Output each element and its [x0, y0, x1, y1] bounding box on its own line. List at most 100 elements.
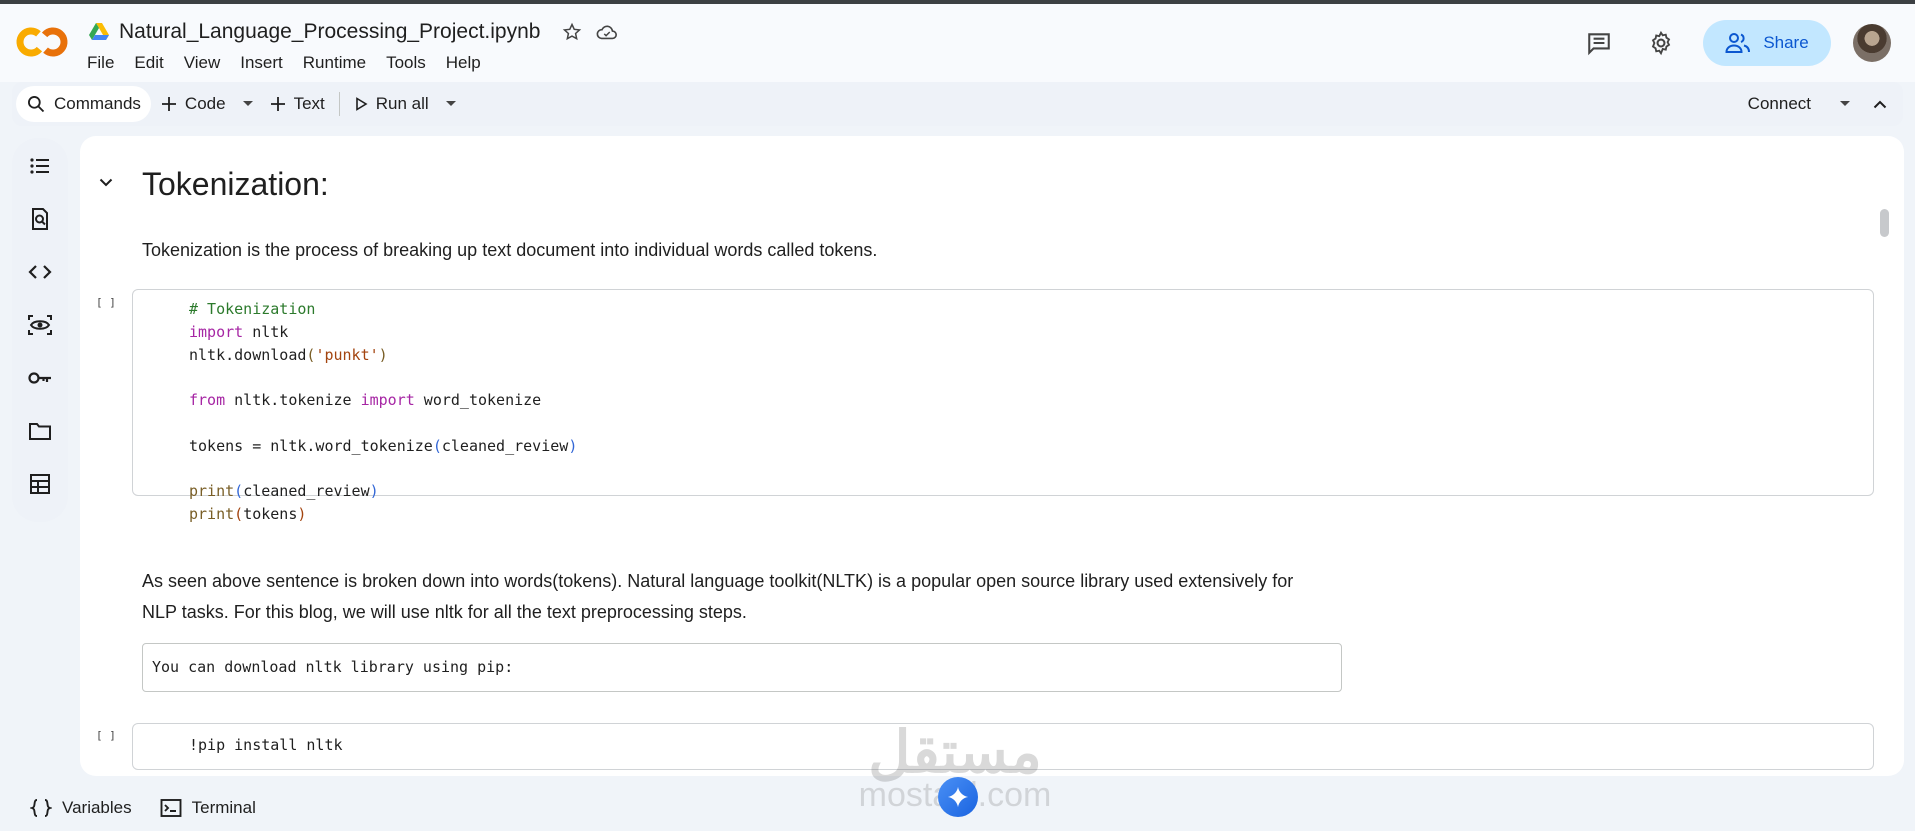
sparkle-icon	[947, 786, 969, 808]
commands-button[interactable]: Commands	[16, 86, 151, 122]
add-text-button[interactable]: Text	[260, 86, 335, 122]
code-paren: )	[378, 345, 388, 364]
comments-button[interactable]	[1579, 23, 1619, 63]
comment-icon	[1588, 33, 1610, 56]
variables-label: Variables	[62, 797, 132, 817]
code-builtin: print	[189, 505, 235, 524]
code-string: 'punkt'	[315, 345, 379, 364]
app-header: Natural_Language_Processing_Project.ipyn…	[0, 4, 1915, 82]
header-actions: Share	[1579, 20, 1891, 66]
code-paren: )	[297, 505, 307, 524]
code-text: !pip install nltk	[189, 736, 343, 754]
menu-help[interactable]: Help	[446, 53, 481, 73]
code-text: nltk.download	[189, 345, 307, 364]
left-sidebar	[12, 138, 68, 522]
chevron-up-icon	[1873, 100, 1887, 109]
terminal-icon	[160, 798, 182, 817]
notebook-scrollbar-thumb[interactable]	[1880, 209, 1889, 237]
code-text: tokens	[243, 505, 298, 524]
settings-button[interactable]	[1641, 23, 1681, 63]
code-editor[interactable]: # Tokenization import nltk nltk.download…	[189, 298, 577, 526]
code-text: cleaned_review	[441, 436, 569, 455]
find-replace-icon[interactable]	[26, 205, 54, 233]
colab-logo-icon[interactable]	[16, 22, 68, 62]
toolbar-divider	[338, 92, 340, 116]
code-cell[interactable]: !pip install nltk	[132, 723, 1874, 770]
menu-file[interactable]: File	[87, 53, 114, 73]
connect-label: Connect	[1747, 94, 1811, 113]
add-text-label: Text	[293, 94, 325, 113]
code-text: cleaned_review	[243, 482, 370, 501]
add-code-button[interactable]: Code	[151, 86, 236, 122]
add-code-label: Code	[184, 94, 226, 113]
run-all-button[interactable]: Run all	[344, 86, 439, 122]
collapse-header-button[interactable]	[1869, 86, 1891, 122]
caret-down-icon	[1840, 101, 1850, 106]
code-cell[interactable]: # Tokenization import nltk nltk.download…	[132, 289, 1874, 523]
code-keyword: import	[360, 391, 415, 410]
cell-run-button[interactable]: [ ]	[96, 296, 116, 309]
caret-down-icon	[242, 101, 253, 106]
intro-paragraph: Tokenization is the process of breaking …	[142, 240, 878, 260]
cell-run-button[interactable]: [ ]	[96, 729, 116, 742]
code-paren: (	[432, 436, 442, 455]
plus-icon	[161, 97, 176, 111]
notebook-title-area: Natural_Language_Processing_Project.ipyn…	[89, 20, 618, 44]
variables-panel-button[interactable]: Variables	[30, 798, 132, 818]
add-code-dropdown[interactable]	[236, 86, 260, 122]
explanation-paragraph: As seen above sentence is broken down in…	[142, 571, 1294, 622]
notebook-toolbar: Commands Code Text Run all Connect	[12, 82, 1903, 126]
code-keyword: import	[189, 322, 244, 341]
code-paren: )	[369, 482, 379, 501]
google-drive-icon	[89, 23, 109, 40]
terminal-label: Terminal	[191, 797, 256, 817]
user-avatar[interactable]	[1853, 24, 1891, 62]
share-button[interactable]: Share	[1703, 20, 1831, 66]
chevron-down-icon	[99, 178, 113, 187]
code-text: tokens = nltk.word_tokenize	[189, 436, 433, 455]
people-icon	[1725, 33, 1751, 53]
menu-view[interactable]: View	[184, 53, 221, 73]
menu-tools[interactable]: Tools	[386, 53, 426, 73]
code-paren: )	[568, 436, 578, 455]
gemini-assistant-button[interactable]	[938, 777, 978, 817]
curly-braces-icon	[30, 798, 52, 817]
menu-insert[interactable]: Insert	[240, 53, 283, 73]
connect-dropdown[interactable]	[1835, 86, 1855, 122]
plus-icon	[270, 97, 285, 111]
code-builtin: print	[189, 482, 235, 501]
run-all-dropdown[interactable]	[439, 86, 463, 122]
terminal-panel-button[interactable]: Terminal	[160, 798, 256, 818]
toolbar-right: Connect	[1738, 86, 1903, 122]
notebook-area: Tokenization: Tokenization is the proces…	[80, 136, 1904, 776]
table-of-contents-icon[interactable]	[26, 152, 54, 180]
code-editor[interactable]: !pip install nltk	[189, 734, 343, 757]
collapse-section-button[interactable]	[94, 171, 118, 195]
gear-icon	[1651, 30, 1671, 56]
code-snippets-icon[interactable]	[26, 258, 54, 286]
cloud-saved-icon[interactable]	[596, 22, 618, 42]
section-heading: Tokenization:	[142, 166, 329, 202]
menu-edit[interactable]: Edit	[134, 53, 163, 73]
code-paren: (	[234, 505, 244, 524]
files-folder-icon[interactable]	[26, 417, 54, 445]
preformatted-text-block: You can download nltk library using pip:	[142, 643, 1342, 692]
data-table-icon[interactable]	[26, 470, 54, 498]
menu-bar: File Edit View Insert Runtime Tools Help	[87, 53, 481, 73]
code-paren: (	[234, 482, 244, 501]
play-icon	[355, 97, 368, 111]
run-all-label: Run all	[375, 94, 429, 113]
code-comment: # Tokenization	[189, 300, 316, 318]
code-text: nltk	[243, 322, 289, 341]
code-text: word_tokenize	[414, 391, 542, 410]
code-keyword: from	[189, 391, 226, 410]
code-text: nltk.tokenize	[225, 391, 361, 410]
connect-button[interactable]: Connect	[1738, 86, 1821, 122]
star-icon[interactable]	[562, 22, 582, 42]
menu-runtime[interactable]: Runtime	[303, 53, 366, 73]
share-label: Share	[1763, 33, 1809, 52]
secrets-key-icon[interactable]	[26, 364, 54, 392]
variables-inspector-icon[interactable]	[26, 311, 54, 339]
commands-label: Commands	[54, 94, 141, 113]
notebook-title[interactable]: Natural_Language_Processing_Project.ipyn…	[119, 20, 540, 44]
